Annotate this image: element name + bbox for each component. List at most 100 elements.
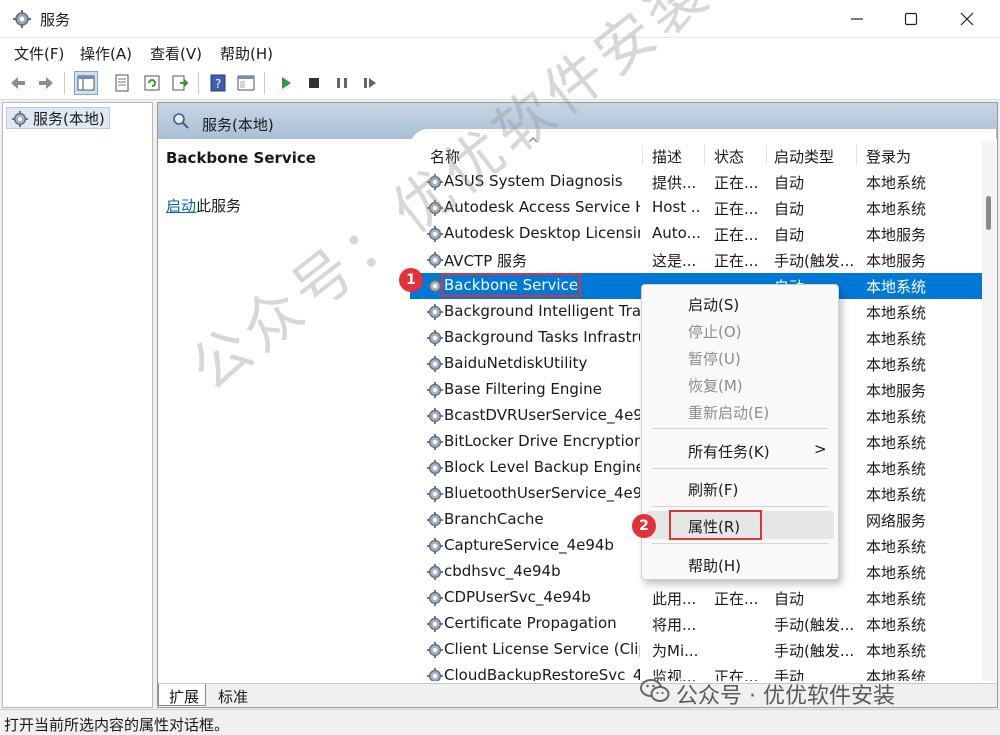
service-gear-icon [426, 511, 444, 533]
service-startup-type-cell: 自动 [774, 226, 805, 244]
column-header-description[interactable]: 描述 [652, 146, 682, 167]
vertical-scrollbar[interactable] [982, 141, 996, 681]
menu-bar: 文件(F) 操作(A) 查看(V) 帮助(H) [0, 38, 1000, 66]
table-row[interactable]: Certificate Propagation 将用... 手动(触发... 本地系统 [410, 611, 982, 637]
service-description-cell: 这是... [652, 252, 697, 270]
service-log-on-as-cell: 本地系统 [866, 590, 927, 608]
console-tree-button[interactable] [74, 71, 98, 95]
service-log-on-as-cell: 本地系统 [866, 564, 927, 582]
toolbar-separator [198, 72, 199, 94]
start-service-suffix: 此服务 [196, 197, 242, 215]
table-row[interactable]: CDPUserSvc_4e94b 此用... 正在... 自动 本地系统 [410, 585, 982, 611]
tab-standard[interactable]: 标准 [208, 684, 254, 706]
service-name-cell: cbdhsvc_4e94b [444, 562, 561, 580]
service-gear-icon [426, 303, 444, 325]
tree-item-services-local[interactable]: 服务(本地) [6, 107, 110, 129]
scrollbar-thumb[interactable] [986, 196, 991, 230]
service-log-on-as-cell: 本地系统 [866, 304, 927, 322]
service-log-on-as-cell: 本地系统 [866, 460, 927, 478]
selected-service-title: Backbone Service [166, 149, 316, 167]
service-description-cell: 为Mi... [652, 642, 699, 660]
properties-button[interactable] [110, 71, 134, 95]
refresh-button[interactable] [140, 71, 164, 95]
service-log-on-as-cell: 本地系统 [866, 356, 927, 374]
column-header-startup-type[interactable]: 启动类型 [774, 146, 834, 167]
maximize-icon [904, 12, 918, 26]
context-menu-refresh[interactable]: 刷新(F) [646, 474, 834, 502]
service-startup-type-cell: 手动(触发... [774, 252, 855, 270]
help-button[interactable]: ? [206, 71, 230, 95]
service-log-on-as-cell: 本地系统 [866, 330, 927, 348]
service-name-cell: AVCTP 服务 [444, 252, 528, 270]
chevron-right-icon: > [814, 440, 827, 458]
pause-icon [337, 78, 347, 88]
service-action-line: 启动此服务 [166, 195, 241, 216]
menu-view[interactable]: 查看(V) [150, 43, 202, 64]
tab-extended[interactable]: 扩展 [158, 684, 207, 706]
service-name-cell: Certificate Propagation [444, 614, 617, 632]
brand-watermark-text: 公众号 · 优优软件安装 [676, 684, 895, 709]
table-row[interactable]: AVCTP 服务 这是... 正在... 手动(触发... 本地服务 [410, 247, 982, 273]
service-description-cell: 将用... [652, 616, 697, 634]
context-menu-help[interactable]: 帮助(H) [646, 550, 834, 578]
column-divider[interactable] [704, 145, 705, 165]
context-menu-pause[interactable]: 暂停(U) [646, 343, 834, 371]
service-name-cell: Background Tasks Infrastru... [444, 328, 640, 346]
context-menu-restart[interactable]: 重新启动(E) [646, 397, 834, 425]
context-menu-separator [652, 428, 828, 429]
context-menu-stop[interactable]: 停止(O) [646, 316, 834, 344]
extended-view-button[interactable] [234, 71, 258, 95]
minimize-button[interactable] [830, 0, 884, 38]
table-row[interactable]: Autodesk Access Service H... Host ... 正在..… [410, 195, 982, 221]
service-name-cell: BcastDVRUserService_4e9... [444, 406, 640, 424]
service-log-on-as-cell: 本地系统 [866, 200, 927, 218]
context-menu-start[interactable]: 启动(S) [646, 289, 834, 317]
column-divider[interactable] [766, 145, 767, 165]
service-gear-icon [426, 589, 444, 611]
context-menu-all-tasks[interactable]: 所有任务(K) [646, 436, 834, 464]
close-icon [960, 12, 974, 26]
close-button[interactable] [940, 0, 994, 38]
service-log-on-as-cell: 本地系统 [866, 278, 927, 296]
start-service-button[interactable] [274, 71, 298, 95]
forward-arrow-icon [39, 77, 53, 89]
start-service-link[interactable]: 启动 [166, 197, 196, 215]
stop-service-button[interactable] [302, 71, 326, 95]
menu-help[interactable]: 帮助(H) [220, 43, 273, 64]
maximize-button[interactable] [884, 0, 938, 38]
table-row[interactable]: Autodesk Desktop Licensin... Auto... 正在...… [410, 221, 982, 247]
status-text: 打开当前所选内容的属性对话框。 [4, 716, 230, 734]
column-divider[interactable] [856, 145, 857, 165]
service-name-cell: Backbone Service [440, 273, 582, 297]
back-button[interactable] [6, 71, 30, 95]
service-name-cell: Autodesk Desktop Licensin... [444, 224, 640, 242]
column-divider[interactable] [642, 145, 643, 165]
pause-service-button[interactable] [330, 71, 354, 95]
forward-button[interactable] [34, 71, 58, 95]
minimize-icon [851, 18, 863, 20]
properties-highlight-box [669, 510, 762, 540]
service-status-cell: 正在... [714, 200, 759, 218]
services-gear-icon [11, 110, 29, 132]
service-log-on-as-cell: 本地系统 [866, 642, 927, 660]
service-status-cell: 正在... [714, 590, 759, 608]
service-startup-type-cell: 自动 [774, 174, 805, 192]
resume-service-button[interactable] [358, 71, 382, 95]
service-name-cell: Base Filtering Engine [444, 380, 602, 398]
show-hide-console-tree-icon [77, 75, 95, 91]
table-row[interactable]: Client License Service (Clip... 为Mi... 手动(… [410, 637, 982, 663]
context-menu-resume[interactable]: 恢复(M) [646, 370, 834, 398]
menu-file[interactable]: 文件(F) [14, 43, 64, 64]
panel-header-title: 服务(本地) [202, 116, 274, 134]
export-list-button[interactable] [168, 71, 192, 95]
refresh-icon [144, 75, 160, 91]
service-gear-icon [426, 459, 444, 481]
service-description-cell: Host ... [652, 198, 702, 216]
column-header-log-on-as[interactable]: 登录为 [866, 146, 911, 167]
service-gear-icon [426, 641, 444, 663]
service-gear-icon [426, 563, 444, 585]
menu-action[interactable]: 操作(A) [80, 43, 132, 64]
column-header-status[interactable]: 状态 [714, 146, 744, 167]
service-log-on-as-cell: 本地系统 [866, 408, 927, 426]
service-gear-icon [426, 277, 444, 299]
